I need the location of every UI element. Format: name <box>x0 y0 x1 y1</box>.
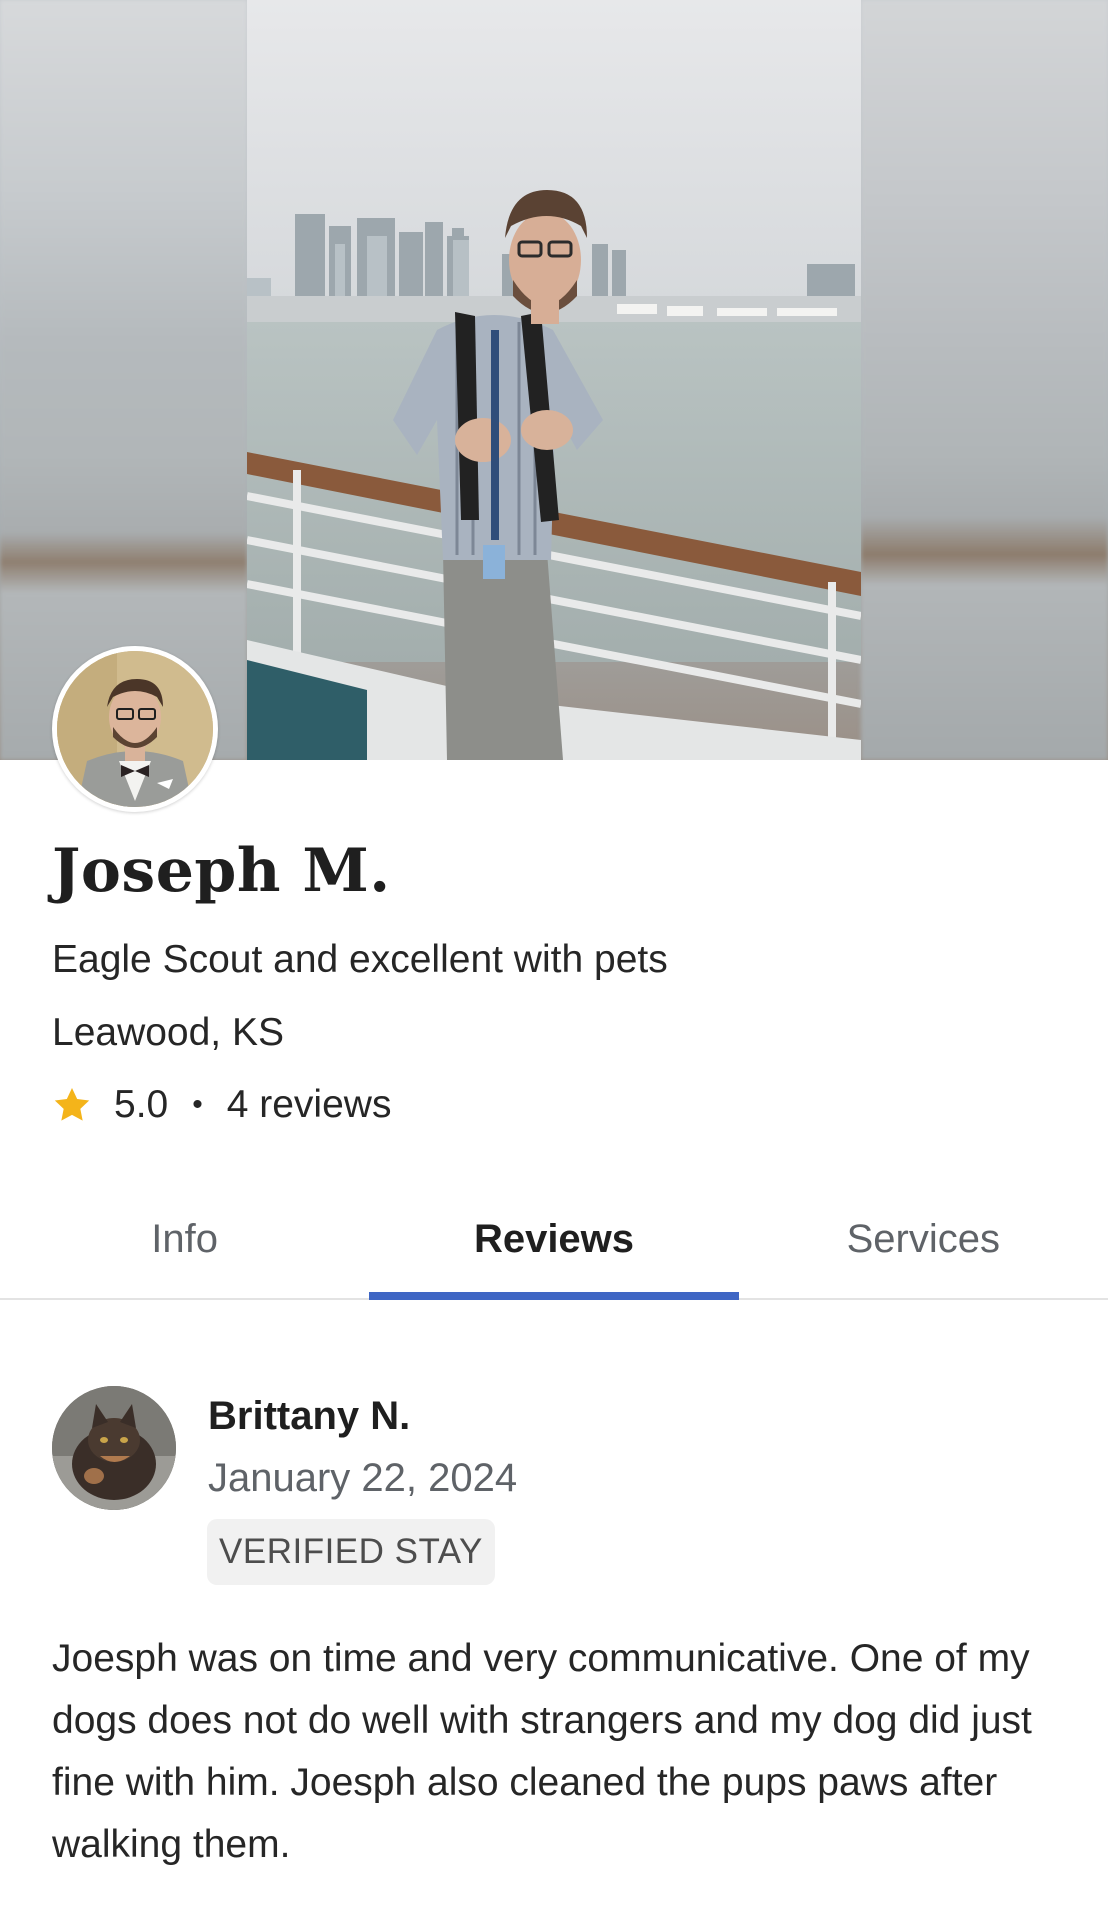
profile-location: Leawood, KS <box>52 1011 285 1054</box>
profile-tabs: Info Reviews Services <box>0 1180 1108 1300</box>
cover-photo[interactable] <box>247 0 861 760</box>
profile-name: Joseph M. <box>52 836 391 906</box>
profile-avatar[interactable] <box>52 646 218 812</box>
reviewer-avatar[interactable] <box>52 1386 176 1510</box>
cat-photo-icon <box>52 1386 176 1510</box>
rating-summary[interactable]: 5.0 • 4 reviews <box>52 1081 391 1129</box>
review-date: January 22, 2024 <box>208 1456 518 1500</box>
tab-services[interactable]: Services <box>739 1180 1108 1298</box>
profile-screen: Joseph M. Eagle Scout and excellent with… <box>0 0 1108 1920</box>
cover-photo-area <box>0 0 1108 760</box>
review-text: Joesph was on time and very communicativ… <box>52 1637 1032 1866</box>
reviews-count: 4 reviews <box>226 1083 392 1126</box>
rating-separator: • <box>192 1088 203 1121</box>
reviewer-name[interactable]: Brittany N. <box>208 1392 410 1440</box>
cover-blur-right <box>861 0 1108 760</box>
profile-tagline: Eagle Scout and excellent with pets <box>52 938 668 981</box>
person-photo-icon <box>57 651 213 807</box>
person-on-ship-deck-photo-icon <box>247 0 861 760</box>
tab-info[interactable]: Info <box>0 1180 369 1298</box>
rating-value: 5.0 <box>114 1083 169 1126</box>
verified-stay-badge: VERIFIED STAY <box>207 1519 495 1585</box>
tab-reviews[interactable]: Reviews <box>369 1180 739 1300</box>
star-icon <box>54 1088 90 1121</box>
